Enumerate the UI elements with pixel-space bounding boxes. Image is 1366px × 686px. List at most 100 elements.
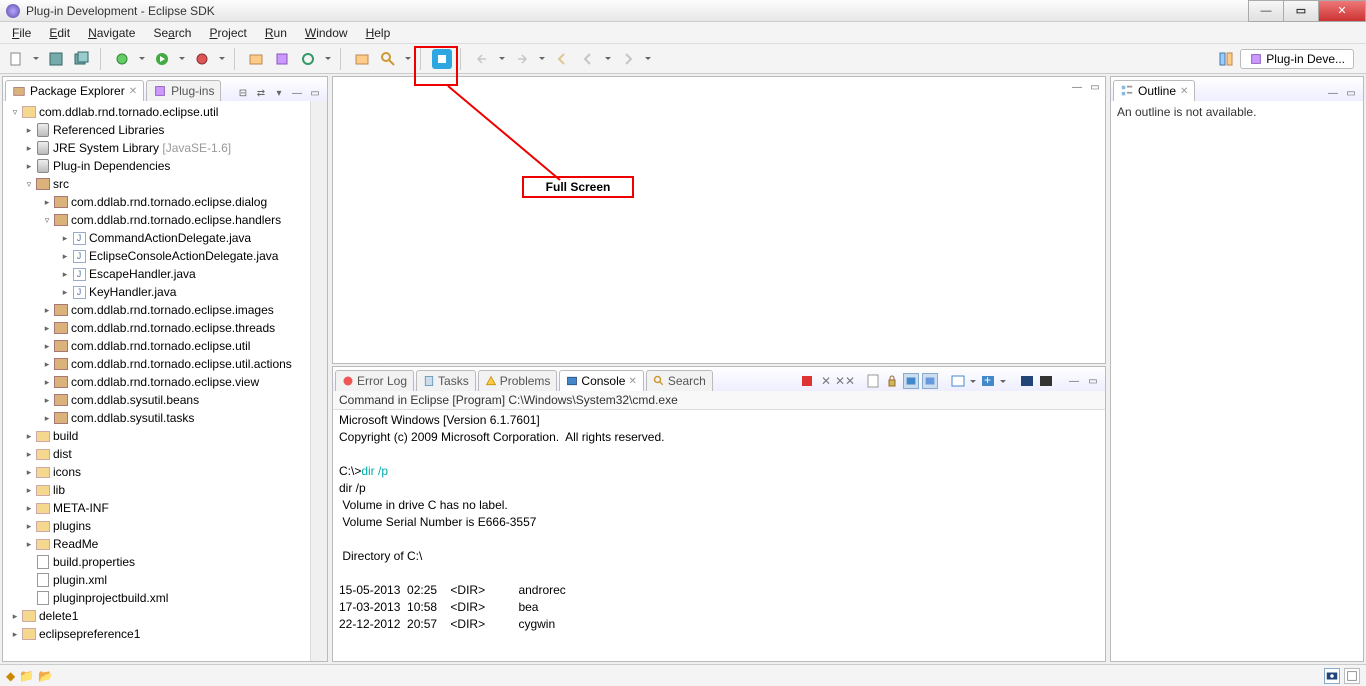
pkg-view[interactable]: ▸com.ddlab.rnd.tornado.eclipse.view (5, 373, 310, 391)
nav-back-button[interactable] (578, 49, 598, 69)
minimize-view-button[interactable]: — (1325, 85, 1341, 101)
new-dropdown[interactable] (32, 49, 40, 69)
screenshot-button[interactable] (1324, 668, 1340, 684)
maximize-button[interactable]: ▭ (1283, 0, 1319, 22)
maximize-view-button[interactable]: ▭ (1343, 85, 1359, 101)
package-explorer-tree[interactable]: ▿com.ddlab.rnd.tornado.eclipse.util ▸Ref… (3, 101, 310, 661)
team-button[interactable] (298, 49, 318, 69)
last-edit-dropdown[interactable] (498, 49, 506, 69)
project-delete1[interactable]: ▸delete1 (5, 607, 310, 625)
maximize-view-button[interactable]: ▭ (1085, 373, 1101, 389)
pkg-util-actions[interactable]: ▸com.ddlab.rnd.tornado.eclipse.util.acti… (5, 355, 310, 373)
folder-readme[interactable]: ▸ReadMe (5, 535, 310, 553)
remove-all-button[interactable]: ✕✕ (837, 373, 853, 389)
minimize-view-button[interactable]: — (1066, 373, 1082, 389)
pkg-handlers[interactable]: ▿com.ddlab.rnd.tornado.eclipse.handlers (5, 211, 310, 229)
show-console-button[interactable] (903, 373, 919, 389)
open-type-button[interactable] (352, 49, 372, 69)
pkg-dialog[interactable]: ▸com.ddlab.rnd.tornado.eclipse.dialog (5, 193, 310, 211)
new-plugin-button[interactable] (272, 49, 292, 69)
file-pluginbuildxml[interactable]: pluginprojectbuild.xml (5, 589, 310, 607)
debug-dropdown[interactable] (138, 49, 146, 69)
pkg-images[interactable]: ▸com.ddlab.rnd.tornado.eclipse.images (5, 301, 310, 319)
close-icon[interactable]: ✕ (129, 86, 137, 97)
tab-error-log[interactable]: Error Log (335, 370, 414, 391)
save-all-button[interactable] (72, 49, 92, 69)
tab-plugins[interactable]: Plug-ins (146, 80, 221, 101)
folder-plugins[interactable]: ▸plugins (5, 517, 310, 535)
menu-navigate[interactable]: Navigate (80, 24, 143, 42)
back-button[interactable] (552, 49, 572, 69)
maximize-view-button[interactable]: ▭ (307, 85, 323, 101)
ext-tools-dropdown[interactable] (218, 49, 226, 69)
open-perspective-button[interactable] (1216, 49, 1236, 69)
view-menu-button[interactable]: ▾ (271, 85, 287, 101)
menu-file[interactable]: File (4, 24, 39, 42)
menu-edit[interactable]: Edit (41, 24, 78, 42)
tab-package-explorer[interactable]: Package Explorer ✕ (5, 80, 144, 101)
jre-node[interactable]: ▸JRE System Library [JavaSE-1.6] (5, 139, 310, 157)
ext-tools-button[interactable] (192, 49, 212, 69)
close-icon[interactable]: ✕ (628, 376, 636, 387)
tab-outline[interactable]: Outline ✕ (1113, 80, 1195, 101)
java-file[interactable]: ▸CommandActionDelegate.java (5, 229, 310, 247)
referenced-libs-node[interactable]: ▸Referenced Libraries (5, 121, 310, 139)
debug-button[interactable] (112, 49, 132, 69)
new-button[interactable] (6, 49, 26, 69)
folder-dist[interactable]: ▸dist (5, 445, 310, 463)
project-node[interactable]: ▿com.ddlab.rnd.tornado.eclipse.util (5, 103, 310, 121)
editor-area[interactable]: — ▭ (332, 76, 1106, 364)
nav-fwd-button[interactable] (618, 49, 638, 69)
save-button[interactable] (46, 49, 66, 69)
perspective-plugindev[interactable]: Plug-in Deve... (1240, 49, 1354, 69)
java-file[interactable]: ▸EclipseConsoleActionDelegate.java (5, 247, 310, 265)
file-pluginxml[interactable]: plugin.xml (5, 571, 310, 589)
tab-tasks[interactable]: Tasks (416, 370, 476, 391)
link-editor-button[interactable]: ⇄ (253, 85, 269, 101)
next-annot-dropdown[interactable] (538, 49, 546, 69)
status-icon[interactable]: 📂 (38, 669, 53, 683)
search-toolbar-button[interactable] (378, 49, 398, 69)
tab-problems[interactable]: Problems (478, 370, 558, 391)
folder-lib[interactable]: ▸lib (5, 481, 310, 499)
layout-button[interactable] (1344, 668, 1360, 684)
next-annot-button[interactable] (512, 49, 532, 69)
plugin-deps-node[interactable]: ▸Plug-in Dependencies (5, 157, 310, 175)
menu-search[interactable]: Search (145, 24, 199, 42)
close-button[interactable]: ✕ (1318, 0, 1366, 22)
menu-run[interactable]: Run (257, 24, 295, 42)
folder-icons[interactable]: ▸icons (5, 463, 310, 481)
folder-metainf[interactable]: ▸META-INF (5, 499, 310, 517)
fullscreen-button[interactable] (432, 49, 452, 69)
java-file[interactable]: ▸KeyHandler.java (5, 283, 310, 301)
tab-search[interactable]: Search (646, 370, 713, 391)
remove-launch-button[interactable]: ✕ (818, 373, 834, 389)
tab-console[interactable]: Console✕ (559, 370, 643, 391)
file-buildprops[interactable]: build.properties (5, 553, 310, 571)
pkg-tasks[interactable]: ▸com.ddlab.sysutil.tasks (5, 409, 310, 427)
run-dropdown[interactable] (178, 49, 186, 69)
pin-console-button[interactable] (922, 373, 938, 389)
console-output[interactable]: Microsoft Windows [Version 6.1.7601] Cop… (333, 410, 1105, 661)
scroll-lock-button[interactable] (884, 373, 900, 389)
team-dropdown[interactable] (324, 49, 332, 69)
open-plugin-button[interactable] (246, 49, 266, 69)
project-eclipsepref[interactable]: ▸eclipsepreference1 (5, 625, 310, 643)
menu-help[interactable]: Help (358, 24, 399, 42)
search-dropdown[interactable] (404, 49, 412, 69)
pkg-util[interactable]: ▸com.ddlab.rnd.tornado.eclipse.util (5, 337, 310, 355)
menu-window[interactable]: Window (297, 24, 356, 42)
open-console-button[interactable]: + (980, 373, 996, 389)
status-icon[interactable]: ◆ (6, 669, 15, 683)
minimize-view-button[interactable]: — (289, 85, 305, 101)
clear-console-button[interactable] (865, 373, 881, 389)
editor-minimize-button[interactable]: — (1069, 79, 1085, 95)
close-icon[interactable]: ✕ (1180, 86, 1188, 97)
tree-scrollbar[interactable] (310, 101, 327, 661)
collapse-all-button[interactable]: ⊟ (235, 85, 251, 101)
pkg-threads[interactable]: ▸com.ddlab.rnd.tornado.eclipse.threads (5, 319, 310, 337)
console-icon1[interactable] (1019, 373, 1035, 389)
run-button[interactable] (152, 49, 172, 69)
editor-maximize-button[interactable]: ▭ (1087, 79, 1103, 95)
menu-project[interactable]: Project (201, 24, 254, 42)
